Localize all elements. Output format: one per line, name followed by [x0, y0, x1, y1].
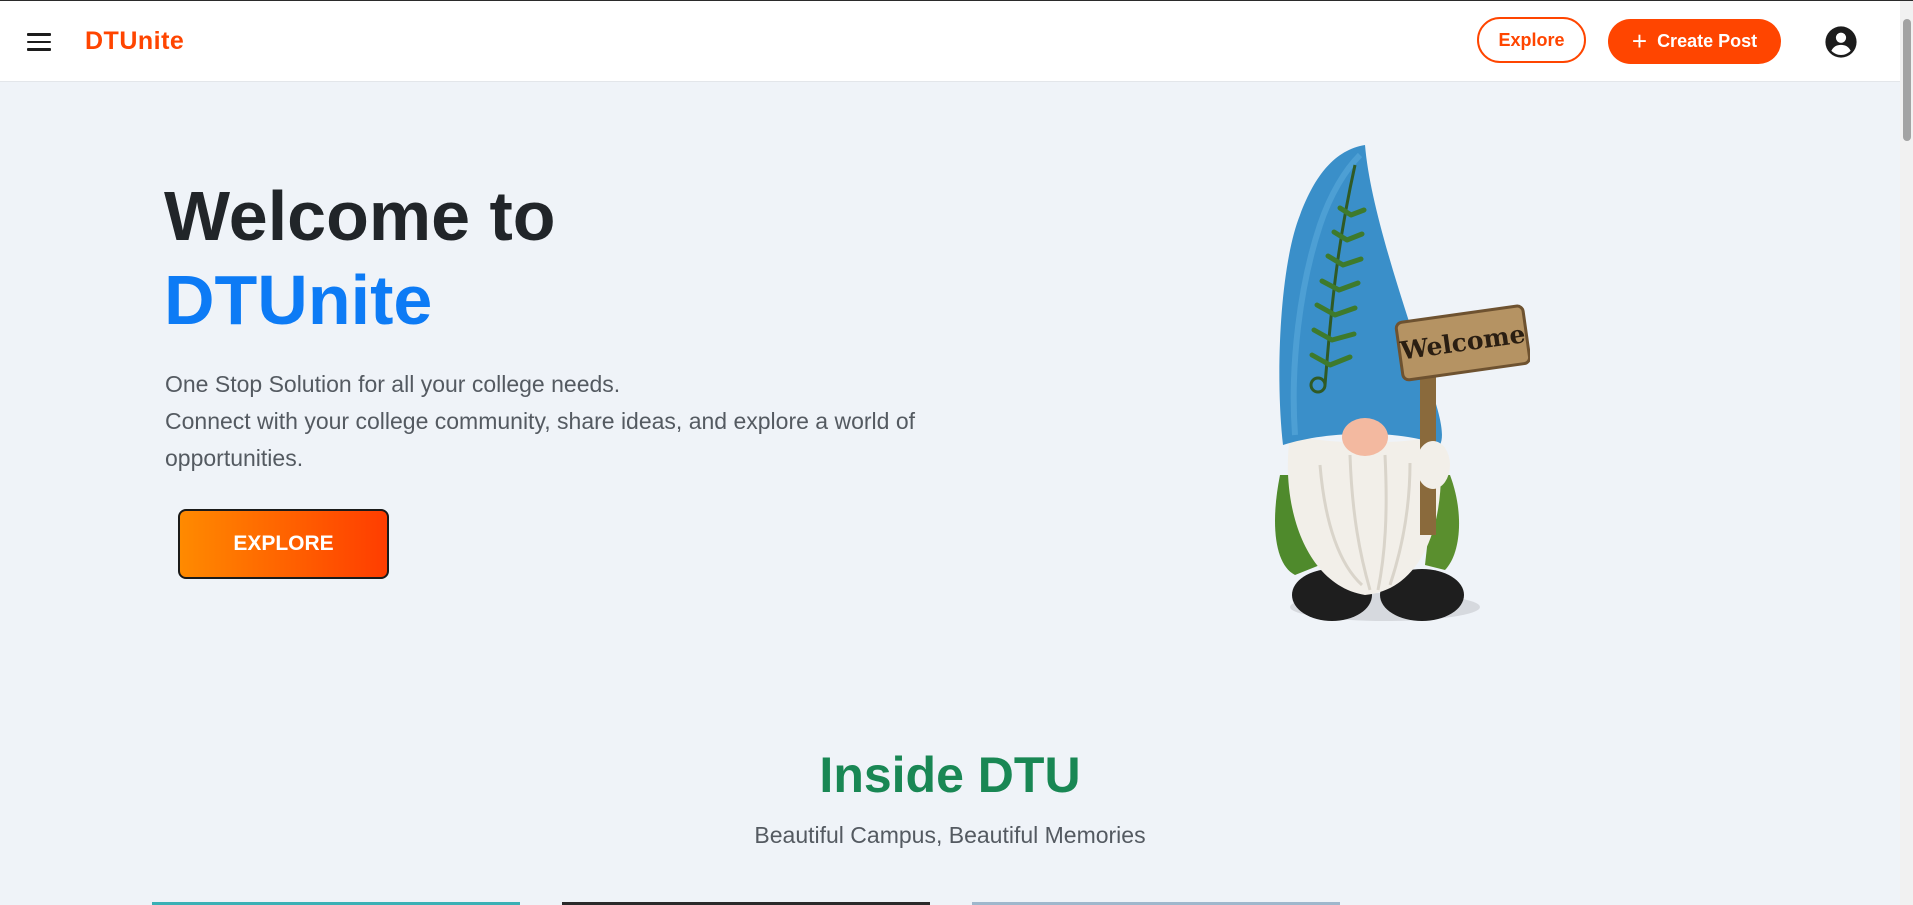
hero-title-line1: Welcome to — [164, 177, 556, 255]
welcome-gnome-image: Welcome — [1275, 145, 1530, 621]
hero-description: One Stop Solution for all your college n… — [165, 366, 965, 477]
account-circle-icon[interactable] — [1824, 25, 1858, 59]
hero-title: Welcome to DTUnite — [164, 174, 556, 342]
hero-title-brand: DTUnite — [164, 261, 433, 339]
section-title: Inside DTU — [819, 747, 1081, 803]
explore-button[interactable]: Explore — [1477, 17, 1586, 63]
hero-tagline: One Stop Solution for all your college n… — [165, 371, 621, 397]
section-subtitle: Beautiful Campus, Beautiful Memories — [754, 822, 1146, 848]
vertical-scrollbar[interactable] — [1900, 1, 1913, 905]
brand-logo[interactable]: DTUnite — [85, 27, 184, 56]
create-post-button[interactable]: + Create Post — [1608, 19, 1781, 64]
hamburger-menu-icon[interactable] — [26, 31, 52, 53]
hero-description-text: Connect with your college community, sha… — [165, 408, 916, 471]
hero-explore-button[interactable]: EXPLORE — [178, 509, 389, 579]
navbar: DTUnite Explore + Create Post — [0, 1, 1900, 82]
scrollbar-thumb[interactable] — [1903, 19, 1911, 141]
create-post-label: Create Post — [1657, 31, 1758, 51]
plus-icon: + — [1631, 25, 1648, 56]
